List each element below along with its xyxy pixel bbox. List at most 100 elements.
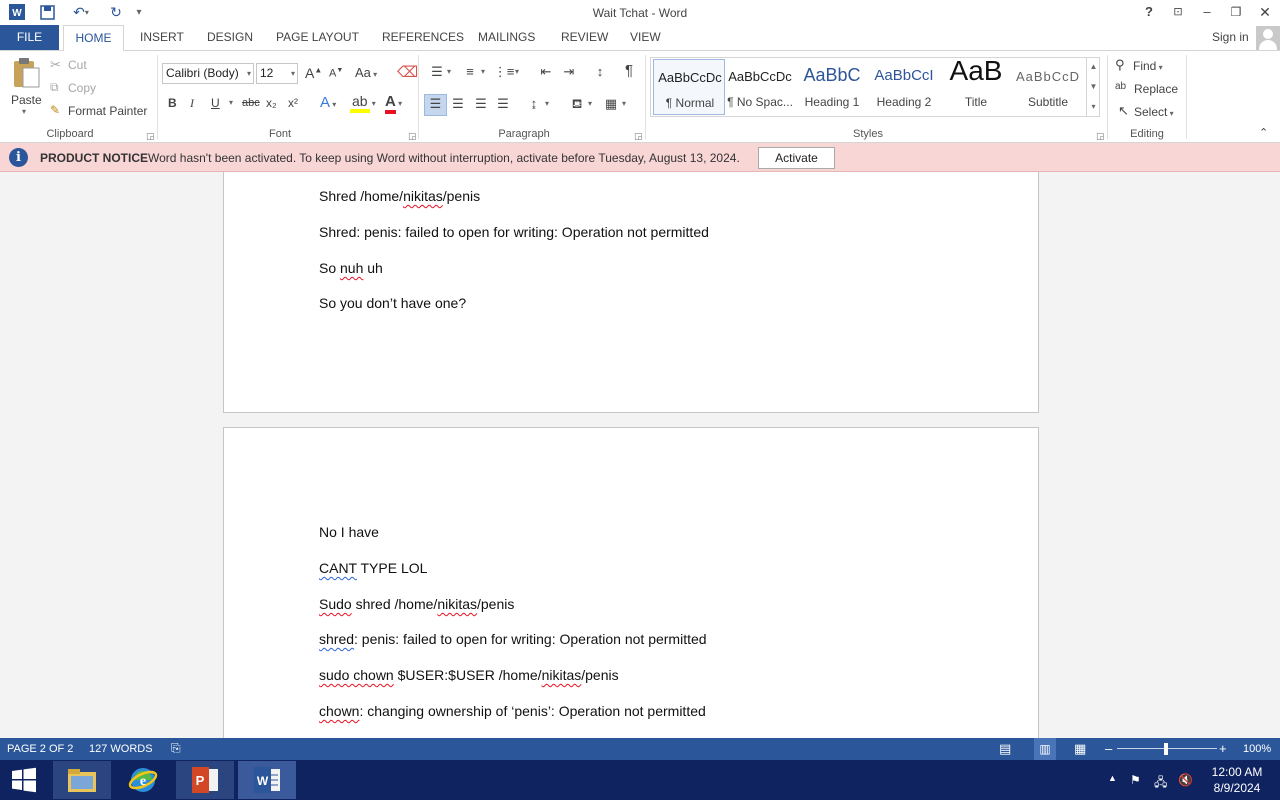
tab-view[interactable]: VIEW bbox=[630, 30, 661, 44]
font-color-button[interactable]: A ▾ bbox=[385, 93, 402, 114]
paragraph[interactable]: No I have bbox=[319, 524, 379, 540]
pilcrow-icon[interactable]: ¶ bbox=[618, 62, 640, 80]
print-layout-icon[interactable]: ▥ bbox=[1034, 738, 1056, 760]
zoom-level[interactable]: 100% bbox=[1243, 743, 1271, 755]
word-count[interactable]: 127 WORDS bbox=[89, 743, 153, 755]
collapse-ribbon-icon[interactable]: ⌃ bbox=[1259, 126, 1268, 139]
line-spacing-icon[interactable]: ↨ bbox=[523, 95, 545, 113]
paragraph[interactable]: Sudo shred /home/nikitas/penis bbox=[319, 596, 514, 612]
underline-button[interactable]: U bbox=[211, 96, 220, 110]
minimize-icon[interactable]: – bbox=[1194, 2, 1220, 22]
page-count[interactable]: PAGE 2 OF 2 bbox=[7, 743, 73, 755]
bold-button[interactable]: B bbox=[168, 96, 177, 110]
tab-review[interactable]: REVIEW bbox=[561, 30, 608, 44]
superscript-button[interactable]: x² bbox=[288, 96, 298, 110]
tab-references[interactable]: REFERENCES bbox=[382, 30, 464, 44]
close-icon[interactable]: ✕ bbox=[1252, 2, 1278, 22]
multilevel-list-icon[interactable]: ⋮≡ bbox=[493, 63, 515, 81]
paragraph[interactable]: sudo chown $USER:$USER /home/nikitas/pen… bbox=[319, 667, 619, 683]
chevron-down-icon[interactable]: ▾ bbox=[447, 67, 451, 76]
paste-button[interactable]: Paste ▾ bbox=[8, 57, 42, 119]
style-normal[interactable]: AaBbCcDc ¶ Normal bbox=[653, 59, 725, 115]
increase-indent-icon[interactable]: ⇥ bbox=[558, 63, 580, 81]
show-hidden-icons-icon[interactable]: ▲ bbox=[1108, 773, 1117, 783]
borders-icon[interactable]: ▦ bbox=[600, 95, 622, 113]
page-2[interactable]: No I have CANT TYPE LOL Sudo shred /home… bbox=[223, 427, 1039, 738]
avatar[interactable] bbox=[1256, 26, 1280, 50]
shading-icon[interactable]: ⛾ bbox=[566, 95, 588, 113]
zoom-in-icon[interactable]: + bbox=[1219, 741, 1227, 756]
web-layout-icon[interactable]: ▦ bbox=[1074, 741, 1086, 757]
paragraph[interactable]: CANT TYPE LOL bbox=[319, 560, 427, 576]
sort-icon[interactable]: ↕ bbox=[589, 63, 611, 81]
chevron-down-icon[interactable]: ▼ bbox=[1087, 77, 1100, 97]
zoom-out-icon[interactable]: – bbox=[1105, 741, 1112, 756]
align-right-icon[interactable]: ☰ bbox=[470, 95, 492, 113]
styles-launcher-icon[interactable]: ◲ bbox=[1096, 131, 1105, 142]
tab-mailings[interactable]: MAILINGS bbox=[478, 30, 535, 44]
chevron-down-icon[interactable]: ▾ bbox=[515, 67, 519, 76]
font-family-select[interactable]: Calibri (Body) ▾ bbox=[162, 63, 254, 84]
paragraph[interactable]: So you don’t have one? bbox=[319, 295, 466, 311]
powerpoint-taskbar[interactable]: P bbox=[176, 761, 234, 799]
chevron-down-icon[interactable]: ▾ bbox=[481, 67, 485, 76]
internet-explorer-taskbar[interactable]: e bbox=[114, 761, 172, 799]
strikethrough-button[interactable]: abc bbox=[242, 97, 260, 109]
more-styles-icon[interactable]: ▾ bbox=[1087, 97, 1100, 117]
help-icon[interactable]: ? bbox=[1136, 2, 1162, 22]
style-no-spacing[interactable]: AaBbCcDc ¶ No Spac... bbox=[724, 59, 796, 115]
text-effects-button[interactable]: A ▾ bbox=[320, 94, 336, 111]
clipboard-launcher-icon[interactable]: ◲ bbox=[146, 131, 155, 142]
action-center-flag-icon[interactable]: ⚑ bbox=[1130, 773, 1141, 787]
paragraph[interactable]: chown: changing ownership of ‘penis’: Op… bbox=[319, 703, 706, 719]
align-left-icon[interactable]: ☰ bbox=[424, 94, 447, 116]
read-mode-icon[interactable]: ▤ bbox=[999, 741, 1011, 757]
chevron-down-icon[interactable]: ▾ bbox=[588, 99, 592, 108]
shrink-font-icon[interactable]: A▼ bbox=[329, 67, 343, 80]
ribbon-display-options-icon[interactable]: ⊡ bbox=[1165, 2, 1191, 22]
proofing-icon[interactable]: ⎘ bbox=[171, 741, 181, 756]
network-icon[interactable]: 🖧 bbox=[1154, 773, 1167, 794]
page-1[interactable]: Shred /home/nikitas/penis Shred: penis: … bbox=[223, 172, 1039, 413]
styles-scroll[interactable]: ▲ ▼ ▾ bbox=[1086, 57, 1100, 117]
decrease-indent-icon[interactable]: ⇤ bbox=[535, 63, 557, 81]
word-taskbar[interactable]: W bbox=[238, 761, 296, 799]
italic-button[interactable]: I bbox=[190, 96, 194, 111]
bullets-icon[interactable]: ☰ bbox=[426, 63, 448, 81]
start-button[interactable] bbox=[0, 761, 48, 799]
find-button[interactable]: Find ▾ bbox=[1133, 59, 1163, 73]
copy-button[interactable]: Copy bbox=[68, 81, 96, 95]
paragraph[interactable]: So nuh uh bbox=[319, 260, 383, 276]
zoom-slider-thumb[interactable] bbox=[1164, 743, 1168, 755]
align-center-icon[interactable]: ☰ bbox=[447, 95, 469, 113]
justify-icon[interactable]: ☰ bbox=[492, 95, 514, 113]
chevron-down-icon[interactable]: ▾ bbox=[545, 99, 549, 108]
tab-design[interactable]: DESIGN bbox=[207, 30, 253, 44]
paragraph[interactable]: Shred: penis: failed to open for writing… bbox=[319, 224, 709, 240]
tab-page-layout[interactable]: PAGE LAYOUT bbox=[276, 30, 359, 44]
change-case-button[interactable]: Aa ▾ bbox=[355, 65, 377, 80]
tab-home[interactable]: HOME bbox=[63, 25, 124, 51]
style-heading-2[interactable]: AaBbCcI Heading 2 bbox=[868, 59, 940, 115]
style-subtitle[interactable]: AaBbCcD Subtitle bbox=[1012, 59, 1084, 115]
chevron-down-icon[interactable]: ▾ bbox=[229, 98, 233, 107]
chevron-up-icon[interactable]: ▲ bbox=[1087, 57, 1100, 77]
subscript-button[interactable]: x₂ bbox=[266, 96, 277, 110]
font-launcher-icon[interactable]: ◲ bbox=[408, 131, 417, 142]
style-heading-1[interactable]: AaBbC Heading 1 bbox=[796, 59, 868, 115]
numbering-icon[interactable]: ≡ bbox=[459, 63, 481, 81]
restore-icon[interactable]: ❐ bbox=[1223, 2, 1249, 22]
sign-in-link[interactable]: Sign in bbox=[1212, 30, 1249, 44]
file-explorer-taskbar[interactable] bbox=[53, 761, 111, 799]
paragraph[interactable]: shred: penis: failed to open for writing… bbox=[319, 631, 707, 647]
clear-formatting-icon[interactable]: ⌫ bbox=[397, 63, 418, 81]
style-title[interactable]: AaB Title bbox=[940, 55, 1012, 115]
paragraph[interactable]: Shred /home/nikitas/penis bbox=[319, 188, 480, 204]
font-size-select[interactable]: 12 ▾ bbox=[256, 63, 298, 84]
chevron-down-icon[interactable]: ▾ bbox=[622, 99, 626, 108]
select-button[interactable]: Select ▾ bbox=[1134, 105, 1174, 119]
document-area[interactable]: Shred /home/nikitas/penis Shred: penis: … bbox=[0, 172, 1280, 738]
volume-muted-icon[interactable]: 🔇 bbox=[1178, 773, 1193, 787]
format-painter-button[interactable]: Format Painter bbox=[68, 104, 147, 118]
grow-font-icon[interactable]: A▲ bbox=[305, 65, 322, 81]
